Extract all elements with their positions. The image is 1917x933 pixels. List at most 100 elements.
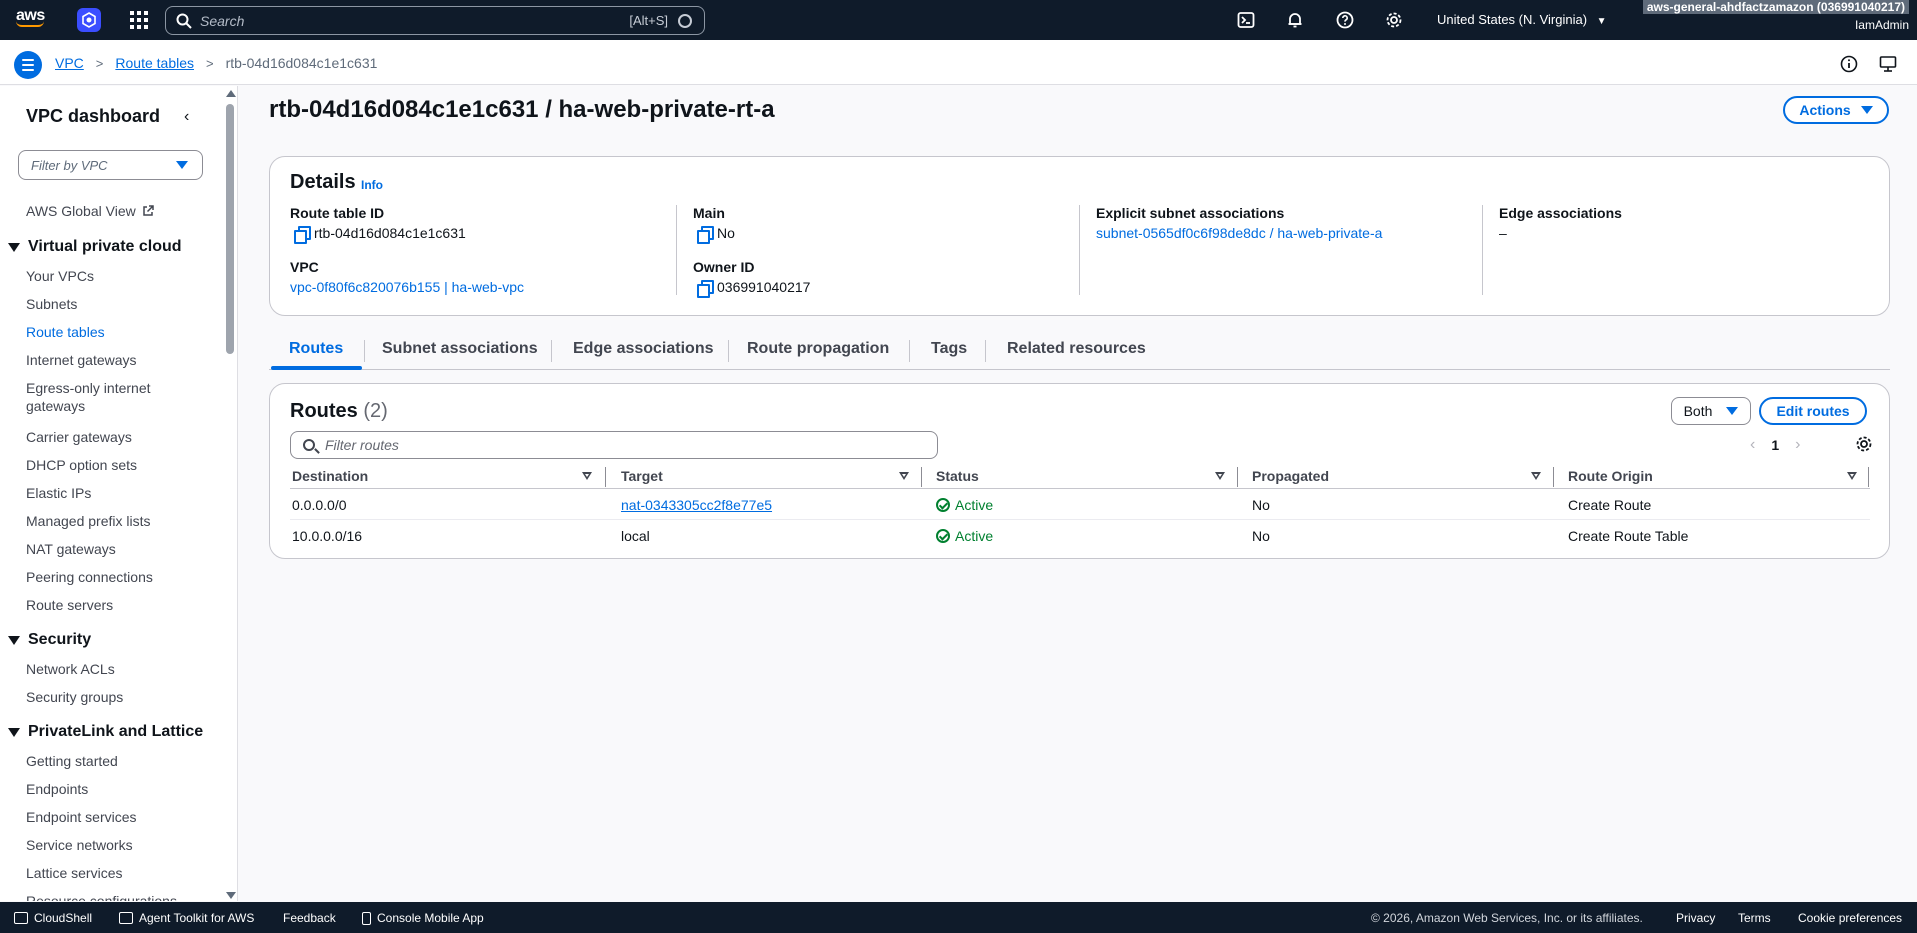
search-icon <box>176 13 192 29</box>
column-resizer[interactable] <box>921 467 922 487</box>
actions-button[interactable]: Actions <box>1783 96 1889 124</box>
settings-gear-icon[interactable] <box>1384 10 1404 30</box>
sidebar-item-endpoint-services[interactable]: Endpoint services <box>26 808 137 826</box>
search-shortcut-icon <box>678 14 692 28</box>
agent-toolkit-button[interactable]: Agent Toolkit for AWS <box>119 911 254 925</box>
sidebar-section-label: PrivateLink and Lattice <box>28 723 204 740</box>
region-selector[interactable]: United States (N. Virginia) ▼ <box>1437 12 1607 27</box>
tab-related-resources[interactable]: Related resources <box>1007 340 1146 358</box>
caret-down-icon <box>1726 407 1739 415</box>
collapse-sidebar-icon[interactable]: ‹ <box>184 108 189 126</box>
route-type-select[interactable]: Both <box>1671 397 1751 425</box>
column-resizer[interactable] <box>605 467 606 487</box>
sidebar-item-aws-global-view[interactable]: AWS Global View <box>26 202 154 220</box>
actions-label: Actions <box>1799 102 1851 118</box>
sidebar-item-nat-gateways[interactable]: NAT gateways <box>26 540 116 558</box>
sidebar-item-getting-started[interactable]: Getting started <box>26 752 118 770</box>
routes-panel: Routes (2) Both Edit routes Filter route… <box>269 383 1890 559</box>
sort-caret-icon[interactable] <box>1215 472 1225 480</box>
breadcrumb-vpc[interactable]: VPC <box>55 55 84 71</box>
tab-tags[interactable]: Tags <box>931 340 967 358</box>
sidebar-scrollbar[interactable] <box>226 104 234 354</box>
column-propagated[interactable]: Propagated <box>1252 468 1329 484</box>
sidebar-item-route-servers[interactable]: Route servers <box>26 596 113 614</box>
sort-caret-icon[interactable] <box>1531 472 1541 480</box>
cookie-preferences-link[interactable]: Cookie preferences <box>1798 911 1902 925</box>
current-page[interactable]: 1 <box>1771 437 1779 453</box>
sidebar-item-route-tables[interactable]: Route tables <box>26 323 105 341</box>
vpc-link[interactable]: vpc-0f80f6c820076b155 | ha-web-vpc <box>290 279 690 295</box>
sort-caret-icon[interactable] <box>899 472 909 480</box>
edit-routes-button[interactable]: Edit routes <box>1759 397 1867 425</box>
sidebar-title[interactable]: VPC dashboard <box>26 106 160 127</box>
sidebar-section-privatelink-and-lattice[interactable]: PrivateLink and Lattice <box>8 723 203 741</box>
route-table-id-value: rtb-04d16d084c1e1c631 <box>290 225 690 244</box>
sidebar-item-service-networks[interactable]: Service networks <box>26 836 133 854</box>
column-resizer[interactable] <box>1868 467 1869 487</box>
sort-caret-icon[interactable] <box>582 472 592 480</box>
app-shortcut-icon[interactable] <box>77 8 101 32</box>
column-destination[interactable]: Destination <box>292 468 368 484</box>
sidebar-item-subnets[interactable]: Subnets <box>26 295 77 313</box>
sidebar-item-security-groups[interactable]: Security groups <box>26 688 123 706</box>
services-grid-icon[interactable] <box>130 11 148 29</box>
tab-edge-associations[interactable]: Edge associations <box>573 340 714 358</box>
sidebar-item-dhcp-option-sets[interactable]: DHCP option sets <box>26 456 137 474</box>
agent-toolkit-label: Agent Toolkit for AWS <box>139 911 255 925</box>
cloudshell-button[interactable]: CloudShell <box>14 911 92 925</box>
table-preferences-gear-icon[interactable] <box>1855 435 1873 453</box>
tab-route-propagation[interactable]: Route propagation <box>747 340 889 358</box>
sidebar-item-managed-prefix-lists[interactable]: Managed prefix lists <box>26 512 151 530</box>
sort-caret-icon[interactable] <box>1847 472 1857 480</box>
account-menu[interactable]: aws-general-ahdfactzamazon (036991040217… <box>1642 0 1909 32</box>
filter-by-vpc-select[interactable]: Filter by VPC <box>18 150 203 180</box>
cell-target-link[interactable]: nat-0343305cc2f8e77e5 <box>621 497 772 513</box>
details-column-2: Main No Owner ID 036991040217 <box>693 205 1093 298</box>
sidebar-item-network-acls[interactable]: Network ACLs <box>26 660 115 678</box>
sidebar-item-internet-gateways[interactable]: Internet gateways <box>26 351 137 369</box>
next-page-icon[interactable]: › <box>1795 436 1800 454</box>
copy-icon[interactable] <box>294 226 311 244</box>
sidebar-section-virtual-private-cloud[interactable]: Virtual private cloud <box>8 238 182 256</box>
notifications-bell-icon[interactable] <box>1285 10 1305 30</box>
sidebar-item-endpoints[interactable]: Endpoints <box>26 780 88 798</box>
column-status[interactable]: Status <box>936 468 979 484</box>
sidebar-item-elastic-ips[interactable]: Elastic IPs <box>26 484 91 502</box>
cloudshell-icon[interactable] <box>1236 10 1256 30</box>
sidebar-item-your-vpcs[interactable]: Your VPCs <box>26 267 94 285</box>
console-mobile-app-link[interactable]: Console Mobile App <box>362 911 484 925</box>
sidebar-section-security[interactable]: Security <box>8 631 91 649</box>
column-target[interactable]: Target <box>621 468 663 484</box>
sidebar-item-egress-only-internet-gateways[interactable]: Egress-only internet gateways <box>26 379 176 415</box>
sidebar-item-lattice-services[interactable]: Lattice services <box>26 864 122 882</box>
main-label: Main <box>693 205 725 221</box>
copy-icon[interactable] <box>697 226 714 244</box>
copy-icon[interactable] <box>697 280 714 298</box>
privacy-link[interactable]: Privacy <box>1676 911 1715 925</box>
filter-routes-input[interactable]: Filter routes <box>290 431 938 459</box>
previous-page-icon[interactable]: ‹ <box>1750 436 1755 454</box>
scroll-down-icon[interactable] <box>226 892 236 899</box>
navigation-menu-button[interactable] <box>14 51 42 79</box>
explicit-subnet-associations-link[interactable]: subnet-0565df0c6f98de8dc / ha-web-privat… <box>1096 225 1496 241</box>
tab-subnet-associations[interactable]: Subnet associations <box>382 340 538 358</box>
tab-routes[interactable]: Routes <box>289 340 343 358</box>
column-resizer[interactable] <box>1237 467 1238 487</box>
sidebar-item-resource-configurations[interactable]: Resource configurations <box>26 892 177 901</box>
terms-link[interactable]: Terms <box>1738 911 1771 925</box>
global-search-input[interactable]: Search [Alt+S] <box>165 6 705 35</box>
aws-logo[interactable]: aws <box>16 8 50 32</box>
breadcrumb-route-tables[interactable]: Route tables <box>115 55 194 71</box>
divider <box>1079 205 1080 295</box>
sidebar-item-peering-connections[interactable]: Peering connections <box>26 568 153 586</box>
scroll-up-icon[interactable] <box>226 90 236 97</box>
info-link[interactable]: Info <box>361 178 383 192</box>
divider <box>551 340 552 362</box>
feedback-screen-icon[interactable] <box>1879 55 1897 73</box>
sidebar-item-carrier-gateways[interactable]: Carrier gateways <box>26 428 132 446</box>
help-icon[interactable] <box>1335 10 1355 30</box>
column-resizer[interactable] <box>1553 467 1554 487</box>
info-circle-icon[interactable] <box>1840 55 1858 73</box>
column-route-origin[interactable]: Route Origin <box>1568 468 1653 484</box>
feedback-link[interactable]: Feedback <box>283 911 336 925</box>
